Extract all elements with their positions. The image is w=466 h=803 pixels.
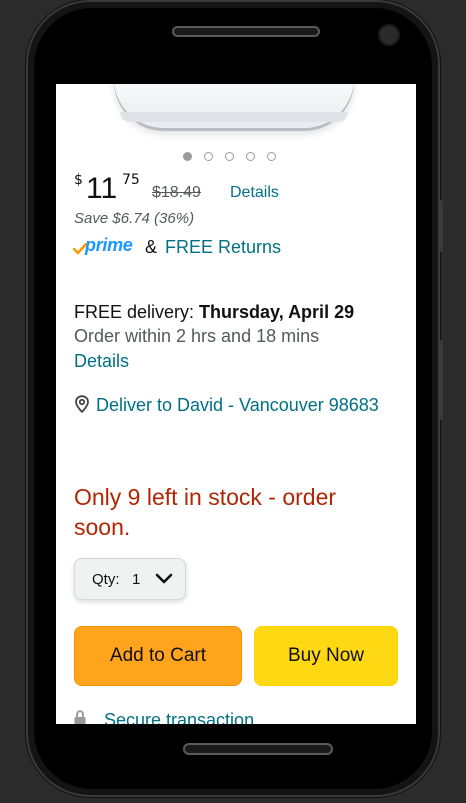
prime-logo: prime [73, 235, 139, 259]
carousel-dot-2[interactable] [204, 152, 213, 161]
front-camera [378, 24, 400, 46]
carousel-dot-4[interactable] [246, 152, 255, 161]
deliver-to-link[interactable]: Deliver to David - Vancouver 98683 [96, 393, 386, 418]
quantity-label: Qty: [92, 571, 120, 588]
stock-warning: Only 9 left in stock - order soon. [74, 484, 337, 540]
volume-button [438, 340, 443, 420]
add-to-cart-button[interactable]: Add to Cart [74, 626, 242, 686]
lock-icon [74, 710, 86, 724]
savings-text: Save $6.74 (36%) [74, 210, 195, 227]
prime-ampersand: & [145, 236, 158, 257]
chevron-down-icon [155, 573, 173, 584]
device-stage: $ 11 75 $18.49 Details Save $6.74 (36%) … [0, 0, 466, 803]
secure-transaction-link[interactable]: Secure transaction [104, 710, 254, 724]
prime-row: prime & FREE Returns [73, 235, 281, 259]
prime-logo-text: prime [85, 235, 133, 255]
buy-now-button[interactable]: Buy Now [254, 626, 398, 686]
price-fraction: 75 [122, 172, 140, 188]
order-within-text: Order within 2 hrs and 18 mins [74, 326, 320, 346]
location-pin-icon [75, 395, 89, 413]
delivery-details-link[interactable]: Details [74, 351, 129, 372]
power-button [438, 200, 443, 252]
product-image[interactable] [114, 84, 354, 128]
price-currency: $ [74, 172, 83, 188]
free-returns-link[interactable]: FREE Returns [165, 237, 281, 258]
carousel-dot-3[interactable] [225, 152, 234, 161]
quantity-value: 1 [132, 571, 141, 588]
price-whole: 11 [86, 172, 118, 205]
product-image-rim [120, 112, 348, 122]
price-block: $ 11 75 $18.49 Details [74, 170, 404, 206]
delivery-message: FREE delivery: Thursday, April 29 [74, 300, 404, 325]
price-details-link[interactable]: Details [230, 184, 279, 202]
list-price: $18.49 [152, 184, 201, 201]
delivery-date: Thursday, April 29 [199, 302, 355, 322]
home-button[interactable] [183, 743, 333, 755]
speaker-grille [172, 26, 320, 37]
carousel-dot-5[interactable] [267, 152, 276, 161]
quantity-selector[interactable]: Qty: 1 [74, 558, 186, 600]
delivery-prefix: FREE delivery: [74, 302, 200, 322]
carousel-dot-1[interactable] [183, 152, 192, 161]
carousel-dots [183, 152, 276, 161]
product-page-screen: $ 11 75 $18.49 Details Save $6.74 (36%) … [56, 84, 416, 724]
